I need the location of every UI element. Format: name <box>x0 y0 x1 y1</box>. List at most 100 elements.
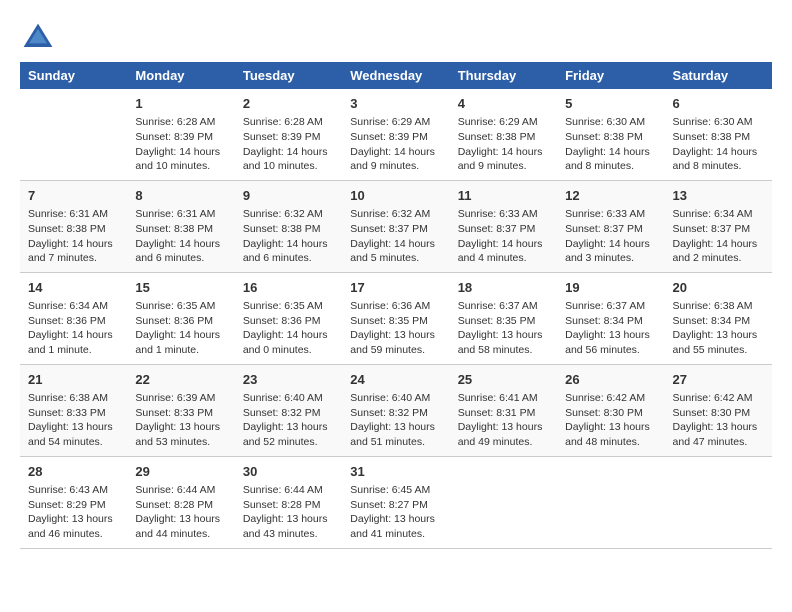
calendar-cell: 14 Sunrise: 6:34 AM Sunset: 8:36 PM Dayli… <box>20 272 127 364</box>
calendar-cell <box>20 89 127 180</box>
calendar-cell: 22 Sunrise: 6:39 AM Sunset: 8:33 PM Dayli… <box>127 364 234 456</box>
day-number: 4 <box>458 95 549 113</box>
calendar-table: SundayMondayTuesdayWednesdayThursdayFrid… <box>20 62 772 549</box>
calendar-cell: 24 Sunrise: 6:40 AM Sunset: 8:32 PM Dayli… <box>342 364 449 456</box>
day-info: Sunrise: 6:33 AM Sunset: 8:37 PM Dayligh… <box>458 207 549 266</box>
day-info: Sunrise: 6:28 AM Sunset: 8:39 PM Dayligh… <box>135 115 226 174</box>
day-number: 30 <box>243 463 334 481</box>
day-number: 12 <box>565 187 656 205</box>
weekday-header: Monday <box>127 62 234 89</box>
day-info: Sunrise: 6:37 AM Sunset: 8:34 PM Dayligh… <box>565 299 656 358</box>
calendar-body: 1 Sunrise: 6:28 AM Sunset: 8:39 PM Daylig… <box>20 89 772 548</box>
calendar-week-row: 14 Sunrise: 6:34 AM Sunset: 8:36 PM Dayli… <box>20 272 772 364</box>
calendar-cell: 30 Sunrise: 6:44 AM Sunset: 8:28 PM Dayli… <box>235 456 342 548</box>
day-number: 20 <box>673 279 764 297</box>
day-info: Sunrise: 6:32 AM Sunset: 8:37 PM Dayligh… <box>350 207 441 266</box>
day-number: 17 <box>350 279 441 297</box>
day-number: 23 <box>243 371 334 389</box>
day-number: 16 <box>243 279 334 297</box>
calendar-week-row: 28Sunrise: 6:43 AM Sunset: 8:29 PM Dayli… <box>20 456 772 548</box>
day-number: 18 <box>458 279 549 297</box>
day-info: Sunrise: 6:31 AM Sunset: 8:38 PM Dayligh… <box>28 207 119 266</box>
logo <box>20 20 60 56</box>
day-info: Sunrise: 6:44 AM Sunset: 8:28 PM Dayligh… <box>135 483 226 542</box>
day-info: Sunrise: 6:37 AM Sunset: 8:35 PM Dayligh… <box>458 299 549 358</box>
calendar-week-row: 7Sunrise: 6:31 AM Sunset: 8:38 PM Daylig… <box>20 180 772 272</box>
calendar-cell <box>557 456 664 548</box>
calendar-cell: 20 Sunrise: 6:38 AM Sunset: 8:34 PM Dayli… <box>665 272 772 364</box>
day-info: Sunrise: 6:38 AM Sunset: 8:34 PM Dayligh… <box>673 299 764 358</box>
calendar-header: SundayMondayTuesdayWednesdayThursdayFrid… <box>20 62 772 89</box>
day-number: 24 <box>350 371 441 389</box>
day-info: Sunrise: 6:30 AM Sunset: 8:38 PM Dayligh… <box>673 115 764 174</box>
day-number: 27 <box>673 371 764 389</box>
day-number: 29 <box>135 463 226 481</box>
day-info: Sunrise: 6:30 AM Sunset: 8:38 PM Dayligh… <box>565 115 656 174</box>
calendar-cell: 2 Sunrise: 6:28 AM Sunset: 8:39 PM Daylig… <box>235 89 342 180</box>
day-number: 19 <box>565 279 656 297</box>
day-number: 15 <box>135 279 226 297</box>
day-info: Sunrise: 6:44 AM Sunset: 8:28 PM Dayligh… <box>243 483 334 542</box>
day-info: Sunrise: 6:33 AM Sunset: 8:37 PM Dayligh… <box>565 207 656 266</box>
calendar-cell: 9 Sunrise: 6:32 AM Sunset: 8:38 PM Daylig… <box>235 180 342 272</box>
calendar-cell <box>450 456 557 548</box>
calendar-cell: 6 Sunrise: 6:30 AM Sunset: 8:38 PM Daylig… <box>665 89 772 180</box>
calendar-cell: 19 Sunrise: 6:37 AM Sunset: 8:34 PM Dayli… <box>557 272 664 364</box>
calendar-cell: 17Sunrise: 6:36 AM Sunset: 8:35 PM Dayli… <box>342 272 449 364</box>
calendar-cell: 7Sunrise: 6:31 AM Sunset: 8:38 PM Daylig… <box>20 180 127 272</box>
calendar-cell: 31 Sunrise: 6:45 AM Sunset: 8:27 PM Dayli… <box>342 456 449 548</box>
day-info: Sunrise: 6:42 AM Sunset: 8:30 PM Dayligh… <box>673 391 764 450</box>
day-number: 14 <box>28 279 119 297</box>
calendar-cell <box>665 456 772 548</box>
day-number: 6 <box>673 95 764 113</box>
calendar-week-row: 21Sunrise: 6:38 AM Sunset: 8:33 PM Dayli… <box>20 364 772 456</box>
day-number: 9 <box>243 187 334 205</box>
day-info: Sunrise: 6:32 AM Sunset: 8:38 PM Dayligh… <box>243 207 334 266</box>
weekday-header: Tuesday <box>235 62 342 89</box>
calendar-cell: 10Sunrise: 6:32 AM Sunset: 8:37 PM Dayli… <box>342 180 449 272</box>
calendar-cell: 15 Sunrise: 6:35 AM Sunset: 8:36 PM Dayli… <box>127 272 234 364</box>
day-number: 26 <box>565 371 656 389</box>
day-number: 8 <box>135 187 226 205</box>
day-info: Sunrise: 6:40 AM Sunset: 8:32 PM Dayligh… <box>350 391 441 450</box>
day-number: 13 <box>673 187 764 205</box>
day-info: Sunrise: 6:38 AM Sunset: 8:33 PM Dayligh… <box>28 391 119 450</box>
day-number: 28 <box>28 463 119 481</box>
day-number: 31 <box>350 463 441 481</box>
day-number: 1 <box>135 95 226 113</box>
day-info: Sunrise: 6:42 AM Sunset: 8:30 PM Dayligh… <box>565 391 656 450</box>
calendar-cell: 11 Sunrise: 6:33 AM Sunset: 8:37 PM Dayli… <box>450 180 557 272</box>
weekday-header: Thursday <box>450 62 557 89</box>
day-info: Sunrise: 6:39 AM Sunset: 8:33 PM Dayligh… <box>135 391 226 450</box>
day-info: Sunrise: 6:31 AM Sunset: 8:38 PM Dayligh… <box>135 207 226 266</box>
calendar-cell: 21Sunrise: 6:38 AM Sunset: 8:33 PM Dayli… <box>20 364 127 456</box>
calendar-cell: 4 Sunrise: 6:29 AM Sunset: 8:38 PM Daylig… <box>450 89 557 180</box>
day-info: Sunrise: 6:41 AM Sunset: 8:31 PM Dayligh… <box>458 391 549 450</box>
calendar-cell: 27 Sunrise: 6:42 AM Sunset: 8:30 PM Dayli… <box>665 364 772 456</box>
day-number: 2 <box>243 95 334 113</box>
day-info: Sunrise: 6:34 AM Sunset: 8:37 PM Dayligh… <box>673 207 764 266</box>
day-info: Sunrise: 6:29 AM Sunset: 8:38 PM Dayligh… <box>458 115 549 174</box>
day-number: 11 <box>458 187 549 205</box>
day-number: 3 <box>350 95 441 113</box>
weekday-header: Saturday <box>665 62 772 89</box>
day-info: Sunrise: 6:45 AM Sunset: 8:27 PM Dayligh… <box>350 483 441 542</box>
day-number: 22 <box>135 371 226 389</box>
day-info: Sunrise: 6:35 AM Sunset: 8:36 PM Dayligh… <box>135 299 226 358</box>
calendar-cell: 28Sunrise: 6:43 AM Sunset: 8:29 PM Dayli… <box>20 456 127 548</box>
calendar-cell: 12 Sunrise: 6:33 AM Sunset: 8:37 PM Dayli… <box>557 180 664 272</box>
day-info: Sunrise: 6:28 AM Sunset: 8:39 PM Dayligh… <box>243 115 334 174</box>
calendar-cell: 1 Sunrise: 6:28 AM Sunset: 8:39 PM Daylig… <box>127 89 234 180</box>
weekday-header: Wednesday <box>342 62 449 89</box>
calendar-cell: 5 Sunrise: 6:30 AM Sunset: 8:38 PM Daylig… <box>557 89 664 180</box>
calendar-cell: 25Sunrise: 6:41 AM Sunset: 8:31 PM Dayli… <box>450 364 557 456</box>
logo-icon <box>20 20 56 56</box>
calendar-cell: 16Sunrise: 6:35 AM Sunset: 8:36 PM Dayli… <box>235 272 342 364</box>
weekday-header: Friday <box>557 62 664 89</box>
calendar-cell: 23Sunrise: 6:40 AM Sunset: 8:32 PM Dayli… <box>235 364 342 456</box>
calendar-cell: 18 Sunrise: 6:37 AM Sunset: 8:35 PM Dayli… <box>450 272 557 364</box>
day-info: Sunrise: 6:34 AM Sunset: 8:36 PM Dayligh… <box>28 299 119 358</box>
day-info: Sunrise: 6:29 AM Sunset: 8:39 PM Dayligh… <box>350 115 441 174</box>
day-number: 5 <box>565 95 656 113</box>
weekday-row: SundayMondayTuesdayWednesdayThursdayFrid… <box>20 62 772 89</box>
